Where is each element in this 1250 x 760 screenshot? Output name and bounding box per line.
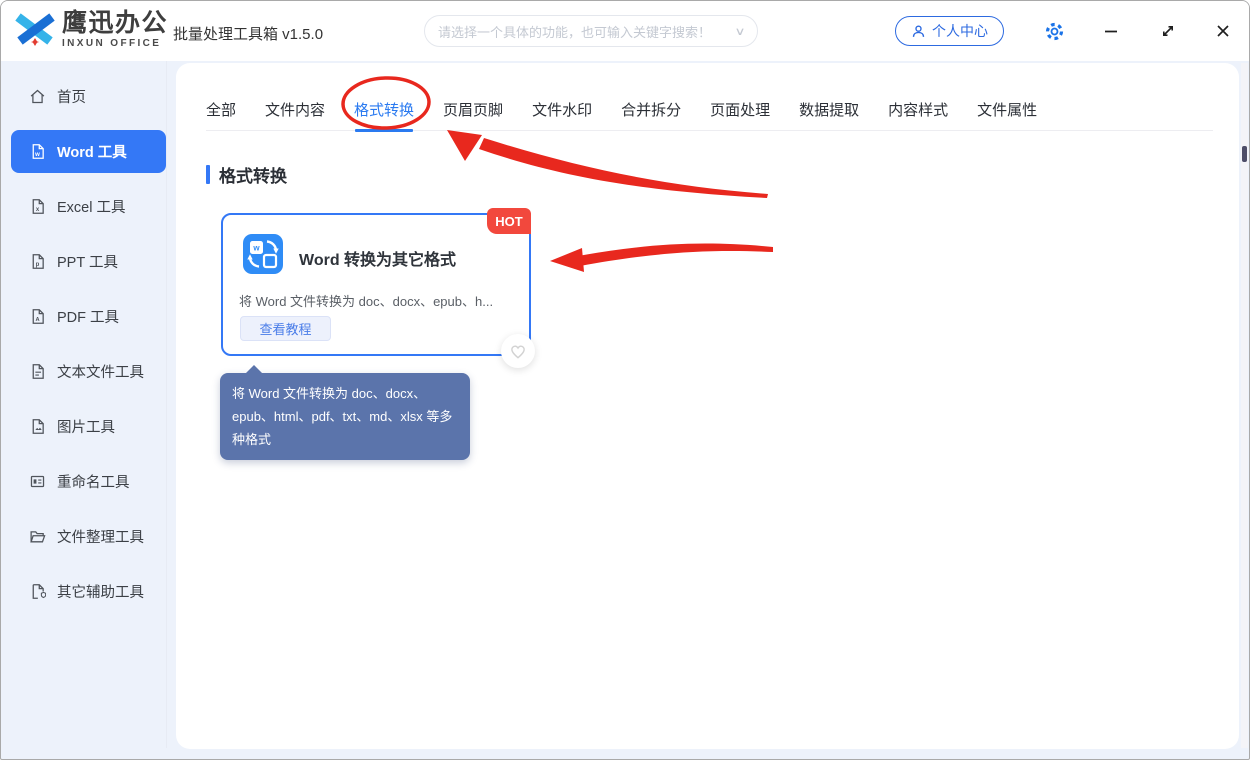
home-icon xyxy=(29,88,46,105)
search-input[interactable]: 请选择一个具体的功能，也可输入关键字搜索！ ∨ xyxy=(424,15,758,47)
app-logo: 鹰迅办公 INXUN OFFICE xyxy=(14,10,168,50)
sidebar-item-label: 文本文件工具 xyxy=(57,365,144,381)
svg-text:x: x xyxy=(36,207,40,213)
sidebar-item-pdf-tools[interactable]: A PDF 工具 xyxy=(1,289,166,344)
folder-icon xyxy=(29,528,46,545)
tab-format-convert[interactable]: 格式转换 xyxy=(354,91,414,132)
sidebar-item-label: 首页 xyxy=(57,90,86,106)
tab-file-attribute[interactable]: 文件属性 xyxy=(977,91,1037,131)
chevron-down-icon: ∨ xyxy=(734,25,746,38)
hot-badge: HOT xyxy=(487,208,531,234)
close-icon xyxy=(1214,22,1232,40)
sidebar-item-file-organize-tools[interactable]: 文件整理工具 xyxy=(1,509,166,564)
minimize-button[interactable] xyxy=(1099,19,1123,43)
close-button[interactable] xyxy=(1211,19,1235,43)
sidebar-item-label: 其它辅助工具 xyxy=(57,585,144,601)
resize-button[interactable] xyxy=(1156,19,1180,43)
sidebar-item-label: PDF 工具 xyxy=(57,310,120,326)
app-window: 鹰迅办公 INXUN OFFICE 批量处理工具箱 v1.5.0 请选择一个具体… xyxy=(0,0,1250,760)
header: 鹰迅办公 INXUN OFFICE 批量处理工具箱 v1.5.0 请选择一个具体… xyxy=(1,1,1249,61)
sidebar-item-other-assist-tools[interactable]: 其它辅助工具 xyxy=(1,564,166,619)
minimize-icon xyxy=(1102,22,1120,40)
sidebar-item-label: 重命名工具 xyxy=(57,475,130,491)
rename-icon xyxy=(29,473,46,490)
scrollbar-thumb[interactable] xyxy=(1242,146,1247,162)
tab-header-footer[interactable]: 页眉页脚 xyxy=(443,91,503,131)
user-icon xyxy=(911,24,926,39)
resize-diagonal-icon xyxy=(1159,22,1177,40)
tab-file-content[interactable]: 文件内容 xyxy=(265,91,325,131)
sidebar-item-home[interactable]: 首页 xyxy=(1,69,166,124)
sidebar-item-text-file-tools[interactable]: 文本文件工具 xyxy=(1,344,166,399)
sidebar-item-rename-tools[interactable]: 重命名工具 xyxy=(1,454,166,509)
svg-text:w: w xyxy=(34,152,40,158)
ppt-file-icon: p xyxy=(29,253,46,270)
sidebar-item-word-tools[interactable]: w Word 工具 xyxy=(1,124,166,179)
section-title: 格式转换 xyxy=(219,167,287,186)
svg-text:A: A xyxy=(35,317,39,323)
excel-file-icon: x xyxy=(29,198,46,215)
tab-content-style[interactable]: 内容样式 xyxy=(888,91,948,131)
sidebar: 首页 w Word 工具 x Excel 工具 p PPT 工具 A PDF 工… xyxy=(1,61,167,748)
user-center-button[interactable]: 个人中心 xyxy=(895,16,1004,46)
logo-cn-text: 鹰迅办公 xyxy=(62,9,169,37)
sidebar-item-label: PPT 工具 xyxy=(57,255,118,271)
user-center-label: 个人中心 xyxy=(932,23,988,39)
heart-icon xyxy=(508,341,528,361)
sidebar-item-label: Word 工具 xyxy=(57,145,127,161)
section-header: 格式转换 xyxy=(206,162,287,187)
section-accent-bar xyxy=(206,165,210,184)
pdf-file-icon: A xyxy=(29,308,46,325)
tooltip-text: 将 Word 文件转换为 doc、docx、epub、html、pdf、txt、… xyxy=(232,386,453,447)
logo-en-text: INXUN OFFICE xyxy=(62,38,162,49)
text-file-icon xyxy=(29,363,46,380)
tab-all[interactable]: 全部 xyxy=(206,91,236,131)
svg-text:w: w xyxy=(252,244,260,253)
app-title: 批量处理工具箱 v1.5.0 xyxy=(173,26,324,43)
word-file-icon: w xyxy=(29,143,46,160)
sidebar-item-label: Excel 工具 xyxy=(57,200,126,216)
sidebar-item-label: 文件整理工具 xyxy=(57,530,144,546)
card-title: Word 转换为其它格式 xyxy=(299,252,457,269)
tool-card-word-convert[interactable]: HOT w Word 转换为其它格式 将 Word 文件转换为 doc、docx… xyxy=(221,208,535,368)
word-convert-icon: w xyxy=(243,234,283,274)
sidebar-item-image-tools[interactable]: 图片工具 xyxy=(1,399,166,454)
tab-data-extract[interactable]: 数据提取 xyxy=(799,91,859,131)
svg-text:p: p xyxy=(36,262,40,268)
gear-icon xyxy=(1044,21,1065,42)
tab-watermark[interactable]: 文件水印 xyxy=(532,91,592,131)
category-tabbar: 全部 文件内容 格式转换 页眉页脚 文件水印 合并拆分 页面处理 数据提取 内容… xyxy=(206,91,1213,132)
view-tutorial-button[interactable]: 查看教程 xyxy=(240,316,331,341)
tab-merge-split[interactable]: 合并拆分 xyxy=(621,91,681,131)
sidebar-item-ppt-tools[interactable]: p PPT 工具 xyxy=(1,234,166,289)
card-tooltip: 将 Word 文件转换为 doc、docx、epub、html、pdf、txt、… xyxy=(220,365,470,460)
logo-x-icon xyxy=(14,10,56,50)
search-placeholder: 请选择一个具体的功能，也可输入关键字搜索！ xyxy=(438,24,712,40)
assist-tools-icon xyxy=(29,583,46,600)
main-panel: 全部 文件内容 格式转换 页眉页脚 文件水印 合并拆分 页面处理 数据提取 内容… xyxy=(176,63,1239,749)
scrollbar-track[interactable] xyxy=(1241,63,1248,748)
favorite-button[interactable] xyxy=(501,334,535,368)
settings-button[interactable] xyxy=(1042,19,1066,43)
sidebar-item-excel-tools[interactable]: x Excel 工具 xyxy=(1,179,166,234)
card-description: 将 Word 文件转换为 doc、docx、epub、h... xyxy=(239,294,494,309)
tab-page-process[interactable]: 页面处理 xyxy=(710,91,770,131)
image-file-icon xyxy=(29,418,46,435)
sidebar-item-label: 图片工具 xyxy=(57,420,115,436)
